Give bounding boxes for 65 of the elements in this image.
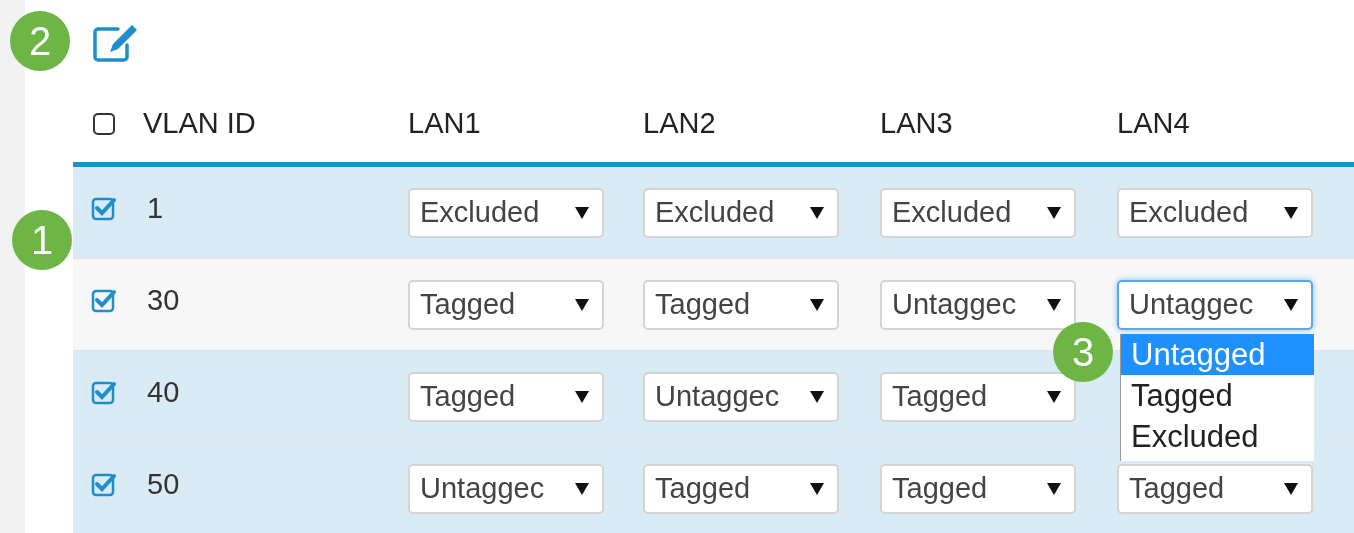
dropdown-select[interactable]: Tagged xyxy=(1117,463,1313,514)
vlan-id: 50 xyxy=(147,467,180,500)
dropdown-select[interactable]: Tagged xyxy=(880,371,1076,422)
dropdown-select[interactable]: Excluded xyxy=(408,187,604,238)
dropdown-select[interactable]: Excluded xyxy=(1117,187,1313,238)
column-header: VLAN ID xyxy=(143,106,256,139)
select-value: Excluded xyxy=(892,194,1013,230)
select-value: Tagged xyxy=(892,378,989,414)
checked-checkbox[interactable] xyxy=(91,379,117,406)
select-value: Tagged xyxy=(420,286,517,322)
select-value: Untaggec xyxy=(420,470,546,506)
caret-icon xyxy=(1046,481,1062,496)
edit-button[interactable] xyxy=(92,22,140,63)
dropdown-select[interactable]: Excluded xyxy=(880,187,1076,238)
column-header: LAN2 xyxy=(643,106,716,139)
checked-checkbox[interactable] xyxy=(91,287,117,314)
caret-icon xyxy=(574,205,590,220)
dropdown-select[interactable]: Untaggec xyxy=(1117,279,1313,330)
dropdown-select[interactable]: Excluded xyxy=(643,187,839,238)
caret-icon xyxy=(809,205,825,220)
select-value: Excluded xyxy=(1129,194,1250,230)
caret-icon xyxy=(1283,205,1299,220)
select-value: Excluded xyxy=(420,194,541,230)
step-number-badge: 2 xyxy=(10,11,70,71)
edit-icon xyxy=(92,22,140,63)
caret-icon xyxy=(1046,205,1062,220)
vlan-id: 30 xyxy=(147,283,180,316)
caret-icon xyxy=(1046,297,1062,312)
dropdown-select[interactable]: Untaggec xyxy=(880,279,1076,330)
column-header: LAN1 xyxy=(408,106,481,139)
caret-icon xyxy=(574,389,590,404)
select-value: Tagged xyxy=(655,286,752,322)
caret-icon xyxy=(1283,297,1299,312)
dropdown-option[interactable]: Excluded xyxy=(1121,415,1314,457)
caret-icon xyxy=(1283,481,1299,496)
checkbox[interactable] xyxy=(91,110,117,137)
dropdown-select[interactable]: Tagged xyxy=(408,371,604,422)
dropdown-select[interactable]: Untaggec xyxy=(643,371,839,422)
caret-icon xyxy=(574,481,590,496)
vlan-id: 40 xyxy=(147,375,180,408)
dropdown-option[interactable]: Tagged xyxy=(1121,374,1314,416)
caret-icon xyxy=(809,297,825,312)
caret-icon xyxy=(809,481,825,496)
select-value: Untaggec xyxy=(1129,286,1255,322)
select-value: Tagged xyxy=(892,470,989,506)
dropdown-select[interactable]: Tagged xyxy=(643,279,839,330)
dropdown-select[interactable]: Tagged xyxy=(408,279,604,330)
select-value: Excluded xyxy=(655,194,776,230)
select-value: Untaggec xyxy=(655,378,781,414)
dropdown-select[interactable]: Untaggec xyxy=(408,463,604,514)
select-value: Tagged xyxy=(1129,470,1226,506)
caret-icon xyxy=(574,297,590,312)
column-header: LAN4 xyxy=(1117,106,1190,139)
select-value: Tagged xyxy=(420,378,517,414)
caret-icon xyxy=(1046,389,1062,404)
select-value: Tagged xyxy=(655,470,752,506)
dropdown-select[interactable]: Tagged xyxy=(643,463,839,514)
step-number-badge: 1 xyxy=(12,210,72,270)
dropdown-select[interactable]: Tagged xyxy=(880,463,1076,514)
select-value: Untaggec xyxy=(892,286,1018,322)
checked-checkbox[interactable] xyxy=(91,195,117,222)
checked-checkbox[interactable] xyxy=(91,471,117,498)
vlan-id: 1 xyxy=(147,191,164,224)
column-header: LAN3 xyxy=(880,106,953,139)
caret-icon xyxy=(809,389,825,404)
